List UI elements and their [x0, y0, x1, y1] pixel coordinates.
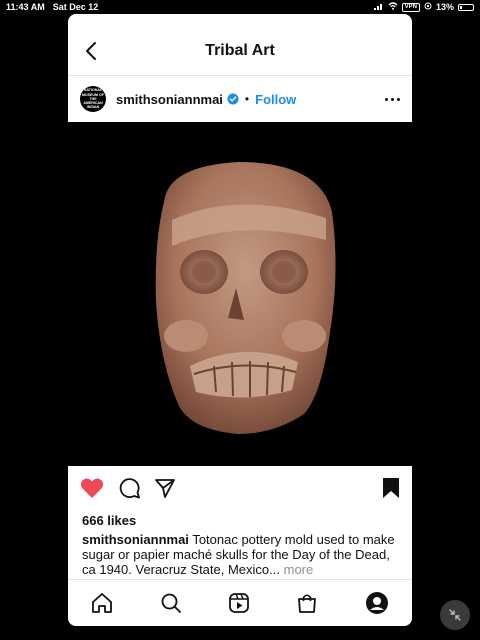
battery-percent: 13% [435, 2, 454, 12]
skull-mold-photo [155, 162, 336, 434]
status-bar: 11:43 AM Sat Dec 12 VPN 13% [0, 0, 480, 14]
status-date: Sat Dec 12 [52, 2, 99, 12]
post-actions [68, 466, 412, 510]
comment-icon[interactable] [118, 477, 140, 499]
caption-more-link[interactable]: more [284, 562, 314, 577]
reels-icon[interactable] [228, 592, 250, 614]
separator-dot: • [244, 92, 250, 106]
more-dots-icon[interactable] [385, 97, 400, 101]
home-icon[interactable] [91, 592, 113, 614]
top-bar: Tribal Art [68, 14, 412, 76]
caption-username[interactable]: smithsoniannmai [82, 532, 189, 547]
send-icon[interactable] [154, 477, 176, 499]
avatar[interactable]: NATIONAL MUSEUM OF THE AMERICAN INDIAN [80, 86, 106, 112]
follow-button[interactable]: Follow [255, 92, 296, 107]
vpn-badge: VPN [401, 2, 420, 12]
status-time: 11:43 AM [6, 2, 45, 12]
lock-rotation-icon [424, 2, 432, 12]
verified-badge-icon [227, 93, 239, 105]
search-icon[interactable] [160, 592, 182, 614]
shop-icon[interactable] [296, 592, 318, 614]
avatar-logo-text: NATIONAL MUSEUM OF THE AMERICAN INDIAN [82, 88, 104, 110]
heart-icon[interactable] [80, 477, 104, 499]
wifi-icon [388, 2, 398, 12]
collapse-icon[interactable] [440, 600, 470, 630]
post-header: NATIONAL MUSEUM OF THE AMERICAN INDIAN s… [68, 76, 412, 122]
bottom-nav [68, 579, 412, 626]
post-caption: smithsoniannmai Totonac pottery mold use… [68, 532, 412, 577]
signal-icon [373, 2, 384, 12]
page-title: Tribal Art [205, 42, 275, 59]
battery-icon [458, 3, 474, 11]
post-screen: Tribal Art NATIONAL MUSEUM OF THE AMERIC… [68, 14, 412, 626]
profile-icon[interactable] [365, 591, 389, 615]
post-username[interactable]: smithsoniannmai [116, 92, 223, 107]
bookmark-icon[interactable] [382, 477, 400, 499]
post-image[interactable] [68, 122, 412, 466]
like-count[interactable]: 666 likes [68, 510, 412, 532]
